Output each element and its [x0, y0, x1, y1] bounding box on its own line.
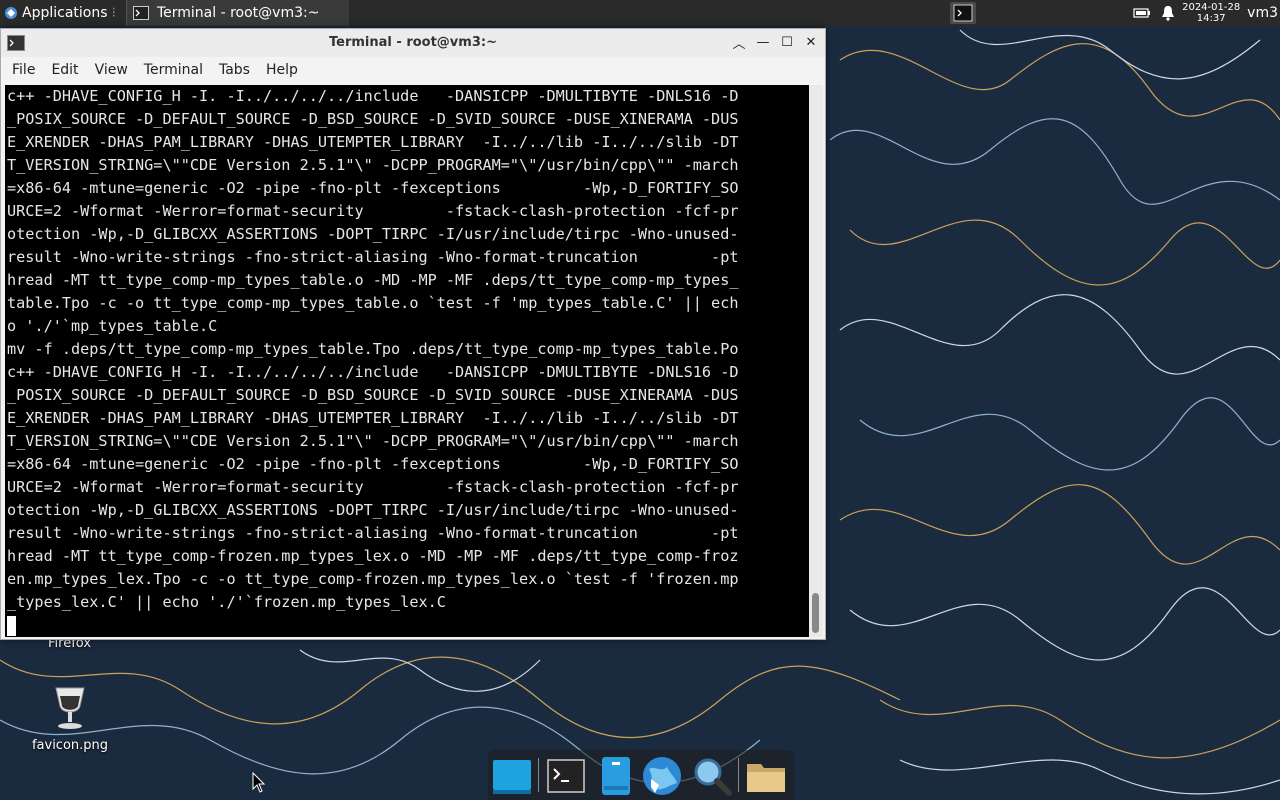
menu-terminal[interactable]: Terminal [136, 57, 211, 84]
mouse-pointer-icon [252, 772, 266, 793]
terminal-line: URCE=2 -Wformat -Werror=format-security … [7, 478, 739, 496]
minimize-button[interactable]: — [755, 34, 771, 50]
terminal-line: T_VERSION_STRING=\""CDE Version 2.5.1"\"… [7, 432, 739, 450]
file-manager-icon [602, 757, 630, 795]
terminal-line: result -Wno-write-strings -fno-strict-al… [7, 248, 739, 266]
dock-terminal-button[interactable] [544, 754, 588, 798]
terminal-line: hread -MT tt_type_comp-mp_types_table.o … [7, 271, 739, 289]
taskbar-terminal-button[interactable]: Terminal - root@vm3:~ [125, 0, 350, 26]
hostname-label[interactable]: vm3 [1247, 5, 1278, 21]
terminal-line: otection -Wp,-D_GLIBCXX_ASSERTIONS -DOPT… [7, 225, 739, 243]
terminal-line: _POSIX_SOURCE -D_DEFAULT_SOURCE -D_BSD_S… [7, 110, 739, 128]
scrollbar-thumb[interactable] [812, 593, 819, 633]
terminal-line: mv -f .deps/tt_type_comp-mp_types_table.… [7, 340, 739, 358]
shade-button[interactable]: ︿ [731, 34, 747, 52]
web-browser-icon [643, 757, 681, 795]
system-tray: 2024-01-28 14:37 vm3 [1133, 0, 1280, 26]
clock-time: 14:37 [1196, 13, 1226, 24]
maximize-button[interactable]: ☐ [779, 34, 795, 50]
terminal-line: table.Tpo -c -o tt_type_comp-mp_types_ta… [7, 294, 739, 312]
search-icon [694, 758, 732, 796]
dock-web-browser-button[interactable] [640, 754, 684, 798]
dock-folder-button[interactable] [744, 754, 788, 798]
maximize-icon: ☐ [781, 34, 793, 50]
dock-workspace-button[interactable] [490, 754, 534, 798]
dock-search-button[interactable] [690, 754, 734, 798]
dock-file-manager-button[interactable] [594, 754, 638, 798]
terminal-line: T_VERSION_STRING=\""CDE Version 2.5.1"\"… [7, 156, 739, 174]
desktop-favicon-file[interactable]: favicon.png [28, 684, 112, 753]
dock-separator [538, 758, 539, 792]
menu-help[interactable]: Help [258, 57, 306, 84]
terminal-line: _types_lex.C' || echo './'`frozen.mp_typ… [7, 593, 446, 611]
workspace-icon [493, 760, 531, 794]
favicon-file-label: favicon.png [31, 738, 109, 753]
terminal-line: result -Wno-write-strings -fno-strict-al… [7, 524, 739, 542]
minimize-icon: — [756, 34, 770, 50]
window-titlebar[interactable]: Terminal - root@vm3:~ ︿ — ☐ ✕ [1, 29, 825, 57]
terminal-scrollbar[interactable] [809, 85, 823, 637]
xfce-logo-icon [5, 7, 17, 19]
tray-terminal-button[interactable] [950, 2, 976, 24]
menu-view[interactable]: View [87, 57, 136, 84]
terminal-window: Terminal - root@vm3:~ ︿ — ☐ ✕ File Edit … [0, 28, 826, 640]
taskbar-terminal-label: Terminal - root@vm3:~ [156, 5, 320, 21]
top-panel: Applications ⁝ Terminal - root@vm3:~ 202… [0, 0, 1280, 26]
clock[interactable]: 2024-01-28 14:37 [1181, 2, 1241, 24]
terminal-icon [132, 6, 149, 20]
terminal-line: =x86-64 -mtune=generic -O2 -pipe -fno-pl… [7, 455, 739, 473]
battery-icon[interactable] [1133, 7, 1151, 19]
window-title: Terminal - root@vm3:~ [329, 35, 497, 50]
terminal-line: URCE=2 -Wformat -Werror=format-security … [7, 202, 739, 220]
terminal-line: en.mp_types_lex.Tpo -c -o tt_type_comp-f… [7, 570, 739, 588]
applications-label: Applications [22, 5, 108, 21]
terminal-prompt-line [5, 614, 809, 637]
terminal-line: c++ -DHAVE_CONFIG_H -I. -I../../../../in… [7, 87, 739, 105]
menu-edit[interactable]: Edit [43, 57, 86, 84]
menu-bar: File Edit View Terminal Tabs Help [1, 57, 825, 84]
close-icon: ✕ [805, 34, 817, 50]
terminal-line: E_XRENDER -DHAS_PAM_LIBRARY -DHAS_UTEMPT… [7, 133, 739, 151]
terminal-line: hread -MT tt_type_comp-frozen.mp_types_l… [7, 547, 739, 565]
terminal-line: =x86-64 -mtune=generic -O2 -pipe -fno-pl… [7, 179, 739, 197]
clock-date: 2024-01-28 [1182, 2, 1241, 13]
terminal-line: c++ -DHAVE_CONFIG_H -I. -I../../../../in… [7, 363, 739, 381]
close-button[interactable]: ✕ [803, 34, 819, 50]
dock-separator [738, 758, 739, 792]
window-controls: ︿ — ☐ ✕ [731, 34, 819, 52]
terminal-line: E_XRENDER -DHAS_PAM_LIBRARY -DHAS_UTEMPT… [7, 409, 739, 427]
chevron-up-icon: ︿ [732, 36, 746, 52]
menu-separator-icon: ⁝ [111, 5, 116, 21]
terminal-line: _POSIX_SOURCE -D_DEFAULT_SOURCE -D_BSD_S… [7, 386, 739, 404]
terminal-line: otection -Wp,-D_GLIBCXX_ASSERTIONS -DOPT… [7, 501, 739, 519]
menu-file[interactable]: File [1, 57, 43, 84]
applications-menu-button[interactable]: Applications ⁝ [0, 0, 122, 26]
text-cursor [7, 615, 16, 636]
terminal-icon [953, 4, 973, 22]
terminal-line: o './'`mp_types_table.C [7, 317, 218, 335]
terminal-icon [547, 759, 585, 793]
dock [488, 750, 794, 800]
folder-icon [747, 764, 785, 792]
image-file-icon [55, 687, 85, 729]
notification-bell-icon[interactable] [1161, 5, 1175, 21]
terminal-output[interactable]: c++ -DHAVE_CONFIG_H -I. -I../../../../in… [5, 85, 809, 637]
menu-tabs[interactable]: Tabs [211, 57, 258, 84]
